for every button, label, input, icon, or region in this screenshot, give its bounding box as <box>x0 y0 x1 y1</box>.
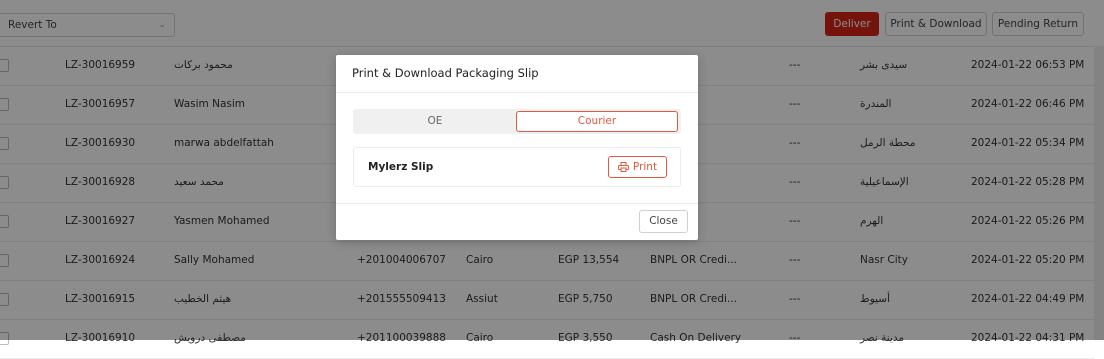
modal-title: Print & Download Packaging Slip <box>352 66 539 80</box>
slip-type-toggle: OE Courier <box>353 109 681 134</box>
divider <box>336 92 698 93</box>
divider <box>336 203 698 204</box>
print-label: Print <box>632 161 658 173</box>
printer-icon <box>617 162 629 172</box>
close-button[interactable]: Close <box>639 210 688 233</box>
slip-label: Mylerz Slip <box>368 161 434 173</box>
print-button[interactable]: Print <box>608 156 667 178</box>
print-slip-modal: Print & Download Packaging Slip OE Couri… <box>336 55 698 240</box>
tab-oe[interactable]: OE <box>353 109 517 134</box>
tab-courier[interactable]: Courier <box>516 111 678 132</box>
slip-card: Mylerz Slip Print <box>353 147 681 187</box>
